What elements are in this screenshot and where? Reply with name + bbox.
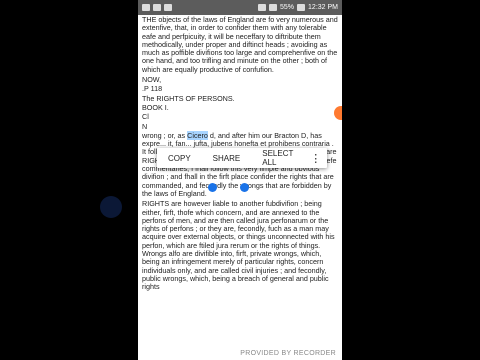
- copy-button[interactable]: COPY: [157, 154, 202, 163]
- paragraph: THE objects of the laws of England are f…: [142, 15, 338, 74]
- select-all-button[interactable]: SELECT ALL: [251, 149, 304, 167]
- selection-handle-left[interactable]: [208, 183, 217, 192]
- heading-fragment: Cl: [142, 112, 149, 122]
- heading: The RIGHTS OF PERSONS.: [142, 93, 235, 103]
- battery-icon: [297, 4, 306, 11]
- app-notification-icon: [142, 4, 150, 11]
- share-button[interactable]: SHARE: [202, 154, 252, 163]
- app-notification-icon: [164, 4, 172, 11]
- touch-indicator: [100, 196, 122, 218]
- text-selection-toolbar: COPY SHARE SELECT ALL ⋮: [157, 148, 327, 168]
- page-marker: .P 118: [142, 84, 163, 94]
- app-notification-icon: [153, 4, 161, 11]
- paragraph: NOW,: [142, 75, 162, 85]
- phone-screen: 55% 12:32 PM THE objects of the laws of …: [138, 0, 342, 360]
- selection-handle-right[interactable]: [240, 183, 249, 192]
- wifi-icon: [258, 4, 267, 11]
- status-bar: 55% 12:32 PM: [138, 0, 342, 15]
- clock: 12:32 PM: [308, 4, 338, 11]
- more-options-icon[interactable]: ⋮: [304, 152, 327, 165]
- floating-tab-icon[interactable]: [334, 106, 342, 120]
- signal-icon: [269, 4, 278, 11]
- watermark: PROVIDED BY RECORDER: [240, 350, 336, 357]
- battery-level: 55%: [280, 4, 295, 11]
- paragraph: RIGHTS are however liable to another fub…: [142, 199, 335, 292]
- text-fragment: N: [142, 121, 148, 131]
- heading: BOOK I.: [142, 102, 169, 112]
